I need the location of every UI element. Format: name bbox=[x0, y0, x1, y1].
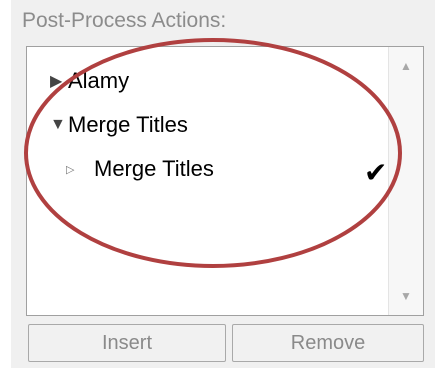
tree-item-label: Merge Titles bbox=[94, 156, 214, 181]
small-triangle-right-icon: ▷ bbox=[66, 163, 75, 176]
vertical-scrollbar[interactable]: ▲ ▼ bbox=[388, 47, 423, 315]
triangle-right-icon[interactable]: ▶ bbox=[50, 71, 68, 91]
scroll-down-icon[interactable]: ▼ bbox=[389, 281, 423, 311]
checkmark-icon: ✔ bbox=[364, 157, 388, 188]
tree-item-alamy[interactable]: ▶ Alamy bbox=[50, 68, 129, 94]
tree-item-merge-titles-group[interactable]: ▼ Merge Titles bbox=[50, 112, 188, 138]
group-label: Post-Process Actions: bbox=[22, 9, 231, 33]
scroll-up-icon[interactable]: ▲ bbox=[389, 51, 423, 81]
triangle-down-icon[interactable]: ▼ bbox=[50, 116, 68, 134]
tree-item-label: Merge Titles bbox=[68, 112, 188, 137]
tree-item-label: Alamy bbox=[68, 68, 130, 93]
insert-button[interactable]: Insert bbox=[28, 324, 226, 362]
tree-item-merge-titles-action[interactable]: ▷ Merge Titles bbox=[66, 156, 214, 182]
remove-button[interactable]: Remove bbox=[232, 324, 424, 362]
